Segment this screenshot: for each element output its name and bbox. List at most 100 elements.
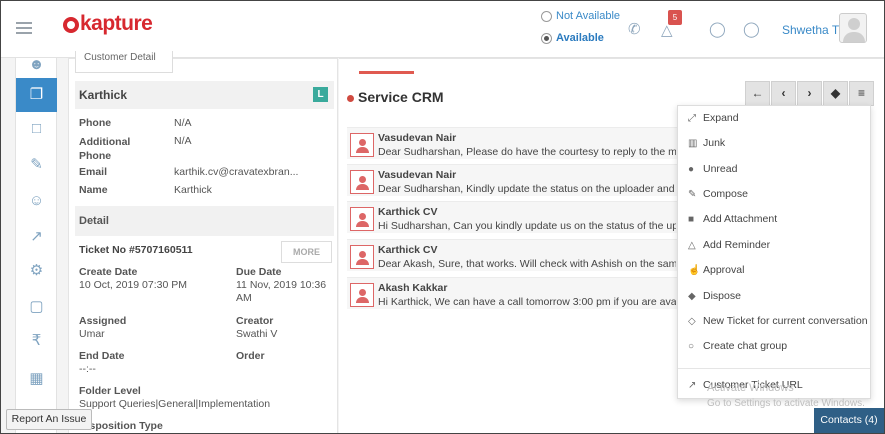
message-preview: Dear Sudharshan, Please do have the cour… [378, 146, 676, 158]
notification-badge: 5 [668, 10, 682, 25]
phone-icon[interactable]: ✆ [628, 20, 641, 38]
email-value[interactable]: karthik.cv@cravatexbran... [174, 166, 298, 178]
assigned-label: Assigned [79, 315, 127, 327]
status-available[interactable]: Available [541, 32, 604, 44]
message-item[interactable]: Vasudevan Nair Dear Sudharshan, Please d… [347, 127, 677, 159]
avatar-body [843, 32, 865, 42]
tags-icon[interactable]: ◆ [823, 81, 848, 106]
dot-icon: ● [688, 163, 695, 175]
bell-icon: △ [688, 239, 696, 251]
trash-icon: ▥ [688, 137, 698, 149]
message-sender: Karthick CV [378, 206, 438, 218]
monitor-icon[interactable]: ▢ [16, 290, 57, 324]
menu-item-junk[interactable]: ▥ Junk [678, 132, 870, 154]
menu-item-label: Compose [703, 188, 748, 200]
end-date-label: End Date [79, 350, 125, 362]
menu-item-approval[interactable]: ☝ Approval [678, 259, 870, 281]
detail-section-header[interactable]: Detail [75, 206, 334, 236]
status-not-available-label: Not Available [556, 10, 621, 22]
user-avatar-icon [350, 170, 374, 194]
chat-bubbles-icon[interactable]: ◯ [743, 20, 760, 38]
folder-level-value: Support Queries|General|Implementation [79, 398, 271, 410]
message-preview: Dear Akash, Sure, that works. Will check… [378, 258, 676, 270]
menu-icon[interactable]: ≡ [849, 81, 874, 106]
disposition-field: Disposition Type [79, 420, 329, 433]
message-item[interactable]: Karthick CV Dear Akash, Sure, that works… [347, 239, 677, 271]
avatar[interactable] [839, 13, 867, 43]
arrow-left-icon[interactable]: ← [745, 81, 770, 106]
message-preview: Dear Sudharshan, Kindly update the statu… [378, 183, 676, 195]
activate-windows-title: Activate Windows [707, 382, 794, 394]
chevron-left-icon[interactable]: ‹ [771, 81, 796, 106]
more-button[interactable]: MORE [281, 241, 332, 263]
avatar-head [848, 18, 860, 30]
end-date-field: End Date --:-- [79, 350, 199, 376]
thumbs-up-icon: ☝ [688, 264, 701, 276]
clipboard-icon[interactable]: □ [16, 112, 57, 146]
disposition-label: Disposition Type [79, 420, 163, 432]
radio-selected-icon[interactable] [541, 32, 552, 44]
message-preview: Hi Karthick, We can have a call tomorrow… [378, 296, 676, 308]
chat-bubble-icon[interactable]: ◯ [709, 20, 726, 38]
status-not-available[interactable]: Not Available [541, 10, 620, 22]
message-sender: Akash Kakkar [378, 282, 448, 294]
additional-phone-label: Additional Phone [79, 136, 131, 162]
menu-item-compose[interactable]: ✎ Compose [678, 183, 870, 205]
tab-customer-detail[interactable]: Customer Detail [75, 51, 173, 73]
assigned-value: Umar [79, 328, 105, 340]
folder-level-field: Folder Level Support Queries|General|Imp… [79, 385, 329, 411]
due-date-value: 11 Nov, 2019 10:36 AM [236, 279, 327, 304]
menu-item-label: Expand [703, 112, 739, 124]
menu-item-expand[interactable]: ⤢ Expand [678, 107, 870, 129]
menu-item-unread[interactable]: ● Unread [678, 158, 870, 180]
edit-icon[interactable]: ✎ [16, 148, 57, 182]
user-name[interactable]: Shwetha T [782, 23, 839, 37]
ticket-icon: ◇ [688, 315, 696, 327]
due-date-label: Due Date [236, 266, 282, 278]
create-date-field: Create Date 10 Oct, 2019 07:30 PM [79, 266, 199, 292]
app-window: kapture Not Available Available ✆ △ 5 ◯ … [0, 0, 885, 434]
detail-heading: Detail [79, 215, 109, 227]
contacts-button[interactable]: Contacts (4) [814, 408, 884, 433]
menu-item-add-attachment[interactable]: ■ Add Attachment [678, 208, 870, 230]
file-icon: ■ [688, 213, 695, 225]
report-issue-button[interactable]: Report An Issue [6, 409, 92, 430]
user-avatar-icon [350, 245, 374, 269]
customer-details-panel: Customer Detail Karthick L Phone N/A Add… [68, 51, 338, 433]
ticket-number: Ticket No #5707160511 [79, 244, 193, 256]
order-field: Order [236, 350, 332, 363]
menu-item-dispose[interactable]: ◆ Dispose [678, 285, 870, 307]
rupee-icon[interactable]: ₹ [16, 324, 57, 358]
message-sender: Vasudevan Nair [378, 169, 457, 181]
menu-item-add-reminder[interactable]: △ Add Reminder [678, 234, 870, 256]
create-date-label: Create Date [79, 266, 138, 278]
compose-icon: ✎ [688, 188, 697, 200]
order-label: Order [236, 350, 265, 362]
message-item[interactable]: Akash Kakkar Hi Karthick, We can have a … [347, 277, 677, 309]
creator-label: Creator [236, 315, 274, 327]
grid-icon[interactable]: ▦ [16, 362, 57, 396]
gear-icon[interactable]: ⚙ [16, 254, 57, 288]
menu-item-label: Junk [703, 137, 726, 149]
copy-icon[interactable]: ❐ [16, 78, 57, 112]
expand-icon: ⤢ [688, 112, 696, 124]
export-icon[interactable]: ↗ [16, 220, 57, 254]
message-item[interactable]: Vasudevan Nair Dear Sudharshan, Kindly u… [347, 164, 677, 196]
hamburger-icon[interactable] [16, 22, 32, 34]
menu-item-create-chat-group[interactable]: ○ Create chat group [678, 335, 870, 357]
details-tab-strip: Customer Detail [69, 51, 337, 74]
message-item[interactable]: Karthick CV Hi Sudharshan, Can you kindl… [347, 201, 677, 233]
user-icon[interactable]: ☻ [16, 48, 57, 82]
chevron-right-icon[interactable]: › [797, 81, 822, 106]
menu-item-new-ticket[interactable]: ◇ New Ticket for current conversation [678, 310, 870, 332]
assigned-field: Assigned Umar [79, 315, 199, 341]
phone-value: N/A [174, 117, 192, 129]
contact-icon[interactable]: ☺ [16, 184, 57, 218]
radio-icon[interactable] [541, 10, 552, 22]
message-preview: Hi Sudharshan, Can you kindly update us … [378, 220, 676, 232]
active-tab-indicator [359, 71, 414, 74]
top-bar: kapture Not Available Available ✆ △ 5 ◯ … [1, 1, 884, 58]
conversation-actions-menu: ⤢ Expand ▥ Junk ● Unread ✎ Compose ■ Add… [677, 105, 871, 399]
kapture-logo[interactable]: kapture [63, 12, 153, 36]
email-label: Email [79, 166, 108, 178]
